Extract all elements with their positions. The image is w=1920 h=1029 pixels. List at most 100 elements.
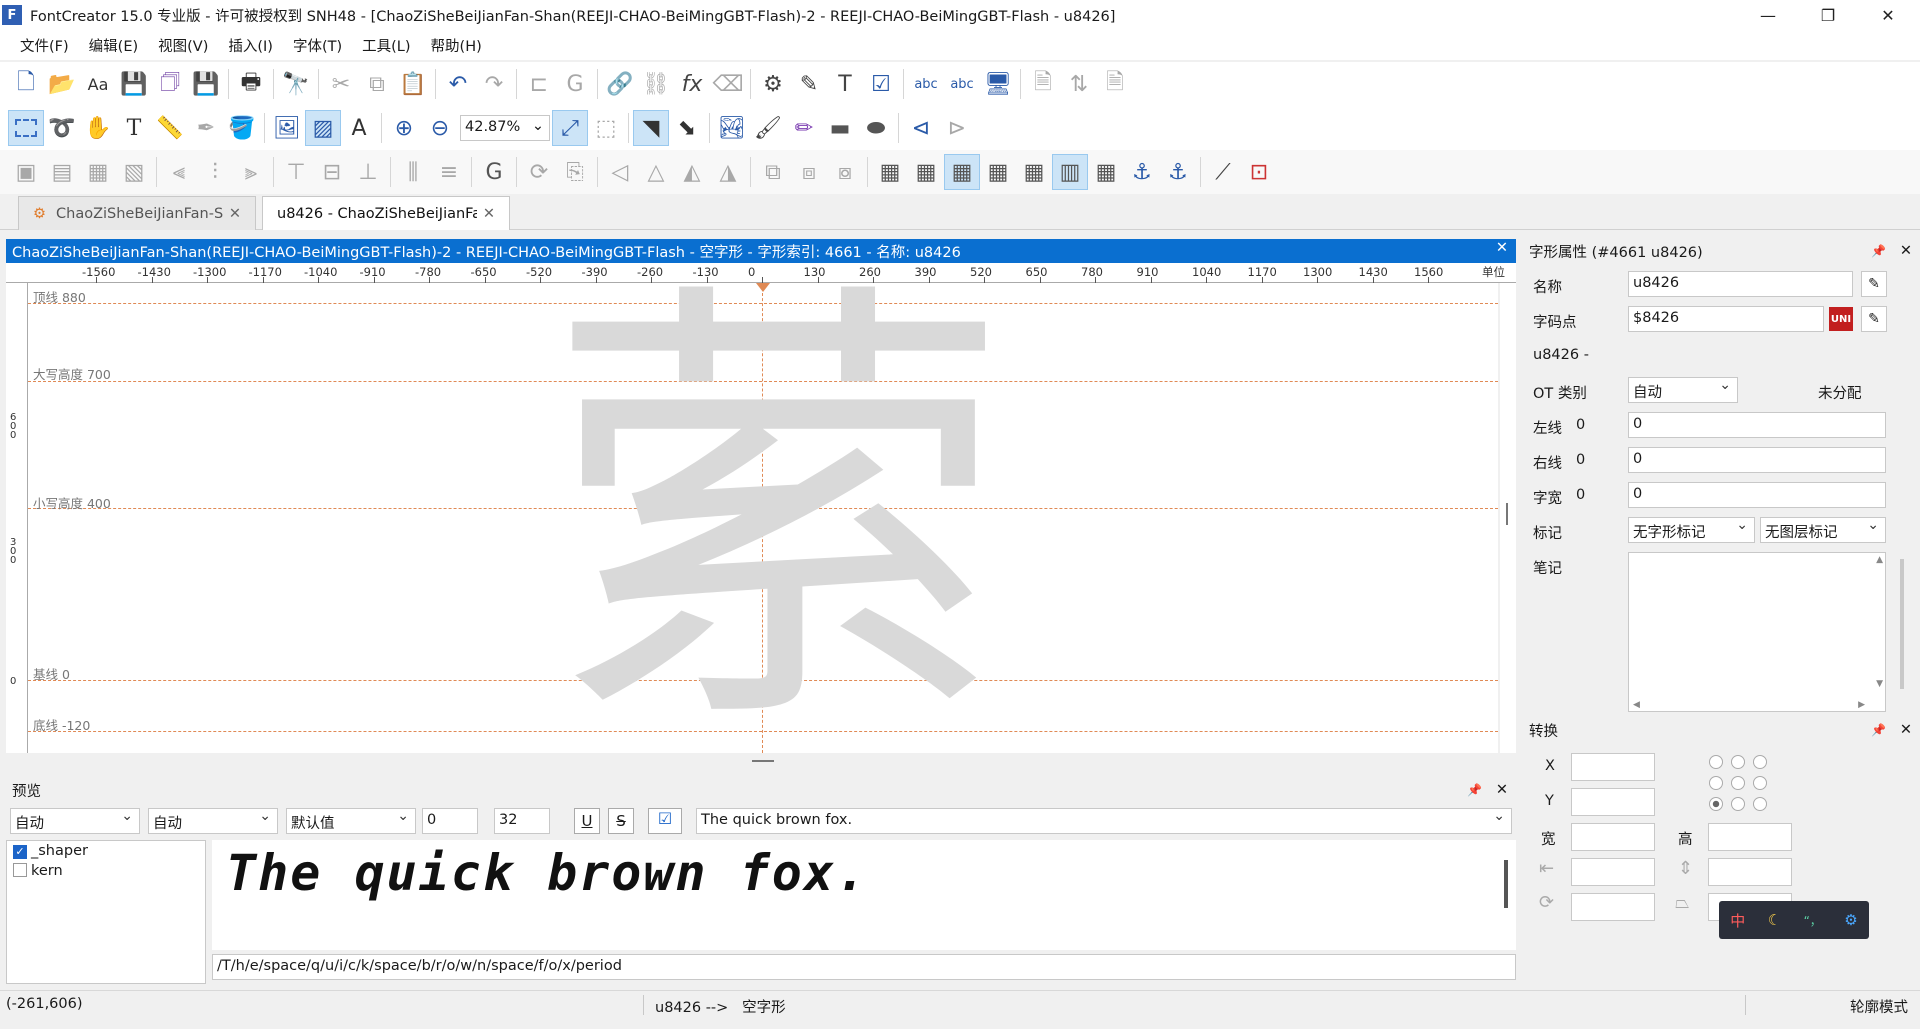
save-all-icon[interactable]: 🗇 bbox=[152, 66, 188, 102]
zoom-out-icon[interactable]: ⊖ bbox=[422, 110, 458, 146]
ungroup-icon[interactable]: ▤ bbox=[44, 154, 80, 190]
menu-insert[interactable]: 插入(I) bbox=[228, 35, 273, 56]
document-icon[interactable]: 🗎 bbox=[1025, 66, 1061, 102]
restore-button[interactable]: ❐ bbox=[1800, 0, 1856, 30]
flip-v-icon[interactable]: ◮ bbox=[710, 154, 746, 190]
punctuation-icon[interactable]: “， bbox=[1804, 912, 1822, 929]
selection-rect-icon[interactable] bbox=[8, 110, 44, 146]
group-icon[interactable]: ▣ bbox=[8, 154, 44, 190]
close-tab-icon[interactable]: ✕ bbox=[229, 206, 241, 222]
rotate-icon[interactable]: ⟳ bbox=[521, 154, 557, 190]
eraser-icon[interactable]: ⌫ bbox=[710, 66, 746, 102]
glyph-string-field[interactable]: /T/h/e/space/q/u/i/c/k/space/b/r/o/w/n/s… bbox=[212, 954, 1516, 980]
distribute-v-icon[interactable]: ≡ bbox=[431, 154, 467, 190]
menu-font[interactable]: 字体(T) bbox=[293, 35, 342, 56]
union-icon[interactable]: ⧉ bbox=[755, 154, 791, 190]
insert-image-icon[interactable]: 🏞 bbox=[714, 110, 750, 146]
sort-icon[interactable]: ⇅ bbox=[1061, 66, 1097, 102]
save-as-icon[interactable]: 💾 bbox=[188, 66, 224, 102]
spell-check-icon[interactable]: abc bbox=[908, 66, 944, 102]
fill-icon[interactable]: 🪣 bbox=[224, 110, 260, 146]
undo-icon[interactable]: ↶ bbox=[440, 66, 476, 102]
align-right-icon[interactable]: ⫸ bbox=[233, 154, 269, 190]
advance-width-field[interactable]: 0 bbox=[1628, 482, 1886, 508]
layer-mark-select[interactable]: 无图层标记 bbox=[1760, 517, 1886, 543]
glyph-compose-icon[interactable]: G bbox=[557, 66, 593, 102]
transform-y-field[interactable] bbox=[1571, 788, 1655, 816]
pen-icon[interactable]: ✒ bbox=[188, 110, 224, 146]
formula-icon[interactable]: fx bbox=[674, 66, 710, 102]
edit-codepoint-icon[interactable]: ✎ bbox=[1861, 306, 1887, 332]
feature-item-kern[interactable]: kern bbox=[13, 863, 63, 879]
pin-icon[interactable]: 📌 bbox=[1871, 244, 1886, 258]
menu-view[interactable]: 视图(V) bbox=[158, 35, 208, 56]
edit-glyph-icon[interactable]: ✎ bbox=[791, 66, 827, 102]
canvas-scrollbar[interactable] bbox=[1500, 283, 1516, 753]
lsb-field[interactable]: 0 bbox=[1628, 412, 1886, 438]
underline-button[interactable]: U bbox=[574, 808, 600, 834]
menu-help[interactable]: 帮助(H) bbox=[431, 35, 482, 56]
distribute-h-icon[interactable]: ⫼ bbox=[395, 154, 431, 190]
script-select[interactable]: 自动 bbox=[10, 808, 140, 834]
link-icon[interactable]: 🔗 bbox=[602, 66, 638, 102]
close-window-button[interactable]: ✕ bbox=[1860, 0, 1916, 30]
close-editor-icon[interactable]: ✕ bbox=[1496, 240, 1508, 256]
ime-chinese-icon[interactable]: 中 bbox=[1730, 910, 1745, 931]
bbox-icon[interactable]: ⊡ bbox=[1241, 154, 1277, 190]
tab-glyph-u8426[interactable]: u8426 - ChaoZiSheBeiJianFa ✕ bbox=[262, 196, 510, 230]
spell-web-icon[interactable]: abc bbox=[944, 66, 980, 102]
image-icon[interactable]: 🖼 bbox=[269, 110, 305, 146]
find-icon[interactable]: 🔭 bbox=[278, 66, 314, 102]
forward-icon[interactable]: ⊳ bbox=[939, 110, 975, 146]
node-icon[interactable]: ⟋ bbox=[1205, 154, 1241, 190]
close-panel-icon[interactable]: ✕ bbox=[1496, 782, 1508, 798]
ellipse-icon[interactable]: ⬬ bbox=[858, 110, 894, 146]
composite-icon[interactable]: ⊏ bbox=[521, 66, 557, 102]
columns-icon[interactable]: ▥ bbox=[1052, 154, 1088, 190]
rsb-field[interactable]: 0 bbox=[1628, 447, 1886, 473]
menu-tools[interactable]: 工具(L) bbox=[362, 35, 410, 56]
subtract-icon[interactable]: ⧈ bbox=[791, 154, 827, 190]
pattern-icon[interactable]: ▨ bbox=[305, 110, 341, 146]
pin-icon[interactable]: 📌 bbox=[1467, 783, 1482, 797]
preview-scrollbar[interactable] bbox=[1504, 860, 1508, 908]
anchor-icon[interactable]: ⚓ bbox=[1124, 154, 1160, 190]
font-preview-icon[interactable]: Aa bbox=[80, 66, 116, 102]
brush-icon[interactable]: 🖌 bbox=[750, 110, 786, 146]
properties-scrollbar[interactable] bbox=[1900, 559, 1904, 689]
origin-radio[interactable] bbox=[1731, 776, 1745, 790]
strikethrough-button[interactable]: S bbox=[608, 808, 634, 834]
origin-radio[interactable] bbox=[1753, 755, 1767, 769]
anchor-lock-icon[interactable]: ⚓ bbox=[1160, 154, 1196, 190]
unlink-icon[interactable]: ⛓ bbox=[638, 66, 674, 102]
flip-h-icon[interactable]: △ bbox=[638, 154, 674, 190]
glyph-mark-select[interactable]: 无字形标记 bbox=[1628, 517, 1755, 543]
copy-format-icon[interactable]: ⎘ bbox=[557, 154, 593, 190]
zoom-rect-icon[interactable]: ⬚ bbox=[588, 110, 624, 146]
close-panel-icon[interactable]: ✕ bbox=[1900, 722, 1912, 738]
grid-lock2-icon[interactable]: ▦ bbox=[1016, 154, 1052, 190]
point-tool-icon[interactable]: ⬊ bbox=[669, 110, 705, 146]
measure-icon[interactable]: 📏 bbox=[152, 110, 188, 146]
close-tab-icon[interactable]: ✕ bbox=[483, 206, 495, 222]
ot-class-select[interactable]: 自动 bbox=[1628, 377, 1738, 403]
moon-icon[interactable]: ☾ bbox=[1768, 911, 1781, 929]
validate-icon[interactable]: ☑ bbox=[863, 66, 899, 102]
origin-radio[interactable] bbox=[1731, 797, 1745, 811]
transform-x-field[interactable] bbox=[1571, 753, 1655, 781]
size-stepper[interactable]: 32 bbox=[494, 808, 550, 834]
paste-icon[interactable]: 📋 bbox=[395, 66, 431, 102]
note-textarea[interactable]: ▲ ▼ ◀ ▶ bbox=[1628, 552, 1886, 712]
front-icon[interactable]: ▦ bbox=[80, 154, 116, 190]
origin-radio[interactable] bbox=[1753, 776, 1767, 790]
monitor-icon[interactable]: 🖥 bbox=[980, 66, 1016, 102]
menu-file[interactable]: 文件(F) bbox=[20, 35, 69, 56]
rectangle-icon[interactable]: ▬ bbox=[822, 110, 858, 146]
language-select[interactable]: 自动 bbox=[148, 808, 278, 834]
zoom-select[interactable]: 42.87% ⌄ bbox=[460, 115, 550, 141]
transform-height-field[interactable] bbox=[1708, 823, 1792, 851]
grid-icon[interactable]: ▦ bbox=[872, 154, 908, 190]
settings-icon[interactable]: ⚙ bbox=[1844, 911, 1857, 929]
tab-font-overview[interactable]: ⚙ ChaoZiSheBeiJianFan-S ✕ bbox=[18, 196, 256, 230]
checkbox-button[interactable]: ☑ bbox=[648, 808, 682, 834]
